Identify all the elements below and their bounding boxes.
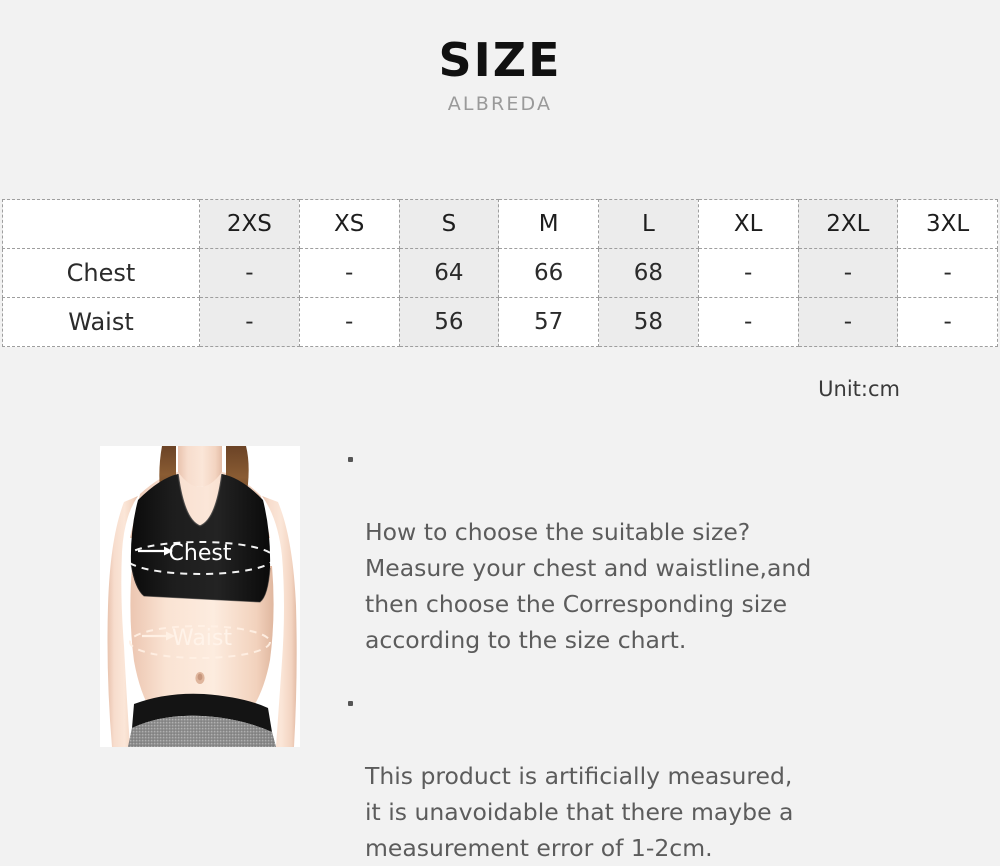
cell-chest-2xs: - [199, 248, 300, 298]
column-header-xs: XS [298, 199, 400, 249]
cell-chest-xl: - [697, 248, 799, 298]
column-header-2xl: 2XL [797, 199, 899, 249]
table-corner-cell [2, 199, 200, 249]
page-title: SIZE [438, 33, 562, 87]
cell-chest-s: 64 [398, 248, 500, 298]
note-how-to-choose: How to choose the suitable size? Measure… [345, 442, 945, 658]
cell-waist-3xl: - [897, 297, 998, 347]
table-header-row: 2XS XS S M L XL 2XL 3XL [2, 199, 998, 249]
row-label-chest: Chest [2, 248, 200, 298]
cell-waist-l: 58 [598, 297, 699, 347]
cell-chest-l: 68 [598, 248, 699, 298]
cell-waist-xs: - [298, 297, 400, 347]
cell-chest-m: 66 [498, 248, 599, 298]
column-header-xl: XL [697, 199, 799, 249]
cell-waist-2xs: - [199, 297, 300, 347]
bullet-icon [348, 701, 353, 706]
column-header-s: S [398, 199, 500, 249]
cell-chest-xs: - [298, 248, 400, 298]
note-measurement-tolerance: This product is artificially measured, i… [345, 686, 945, 866]
cell-waist-m: 57 [498, 297, 599, 347]
note-text: This product is artificially measured, i… [365, 762, 794, 862]
model-illustration: Chest Waist [100, 446, 300, 747]
table-row: Waist - - 56 57 58 - - - [2, 297, 998, 347]
cell-waist-xl: - [697, 297, 799, 347]
svg-text:Waist: Waist [172, 626, 232, 651]
column-header-l: L [598, 199, 699, 249]
bullet-icon [348, 457, 353, 462]
column-header-m: M [498, 199, 599, 249]
cell-chest-2xl: - [797, 248, 899, 298]
table-row: Chest - - 64 66 68 - - - [2, 248, 998, 298]
svg-text:Chest: Chest [169, 541, 232, 566]
column-header-2xs: 2XS [199, 199, 300, 249]
measurement-guide-photo: Chest Waist [100, 446, 300, 747]
brand-subtitle: ALBREDA [447, 93, 553, 116]
unit-note: Unit:cm [818, 377, 900, 401]
note-text: How to choose the suitable size? Measure… [365, 518, 812, 654]
row-label-waist: Waist [2, 297, 200, 347]
size-chart-table-wrapper: 2XS XS S M L XL 2XL 3XL Chest - - 64 66 … [2, 199, 998, 347]
cell-waist-2xl: - [797, 297, 899, 347]
cell-chest-3xl: - [897, 248, 998, 298]
cell-waist-s: 56 [398, 297, 500, 347]
size-guide-notes: How to choose the suitable size? Measure… [345, 442, 945, 866]
size-chart-table: 2XS XS S M L XL 2XL 3XL Chest - - 64 66 … [2, 199, 998, 347]
column-header-3xl: 3XL [897, 199, 998, 249]
page-header: SIZE ALBREDA [0, 0, 1000, 116]
